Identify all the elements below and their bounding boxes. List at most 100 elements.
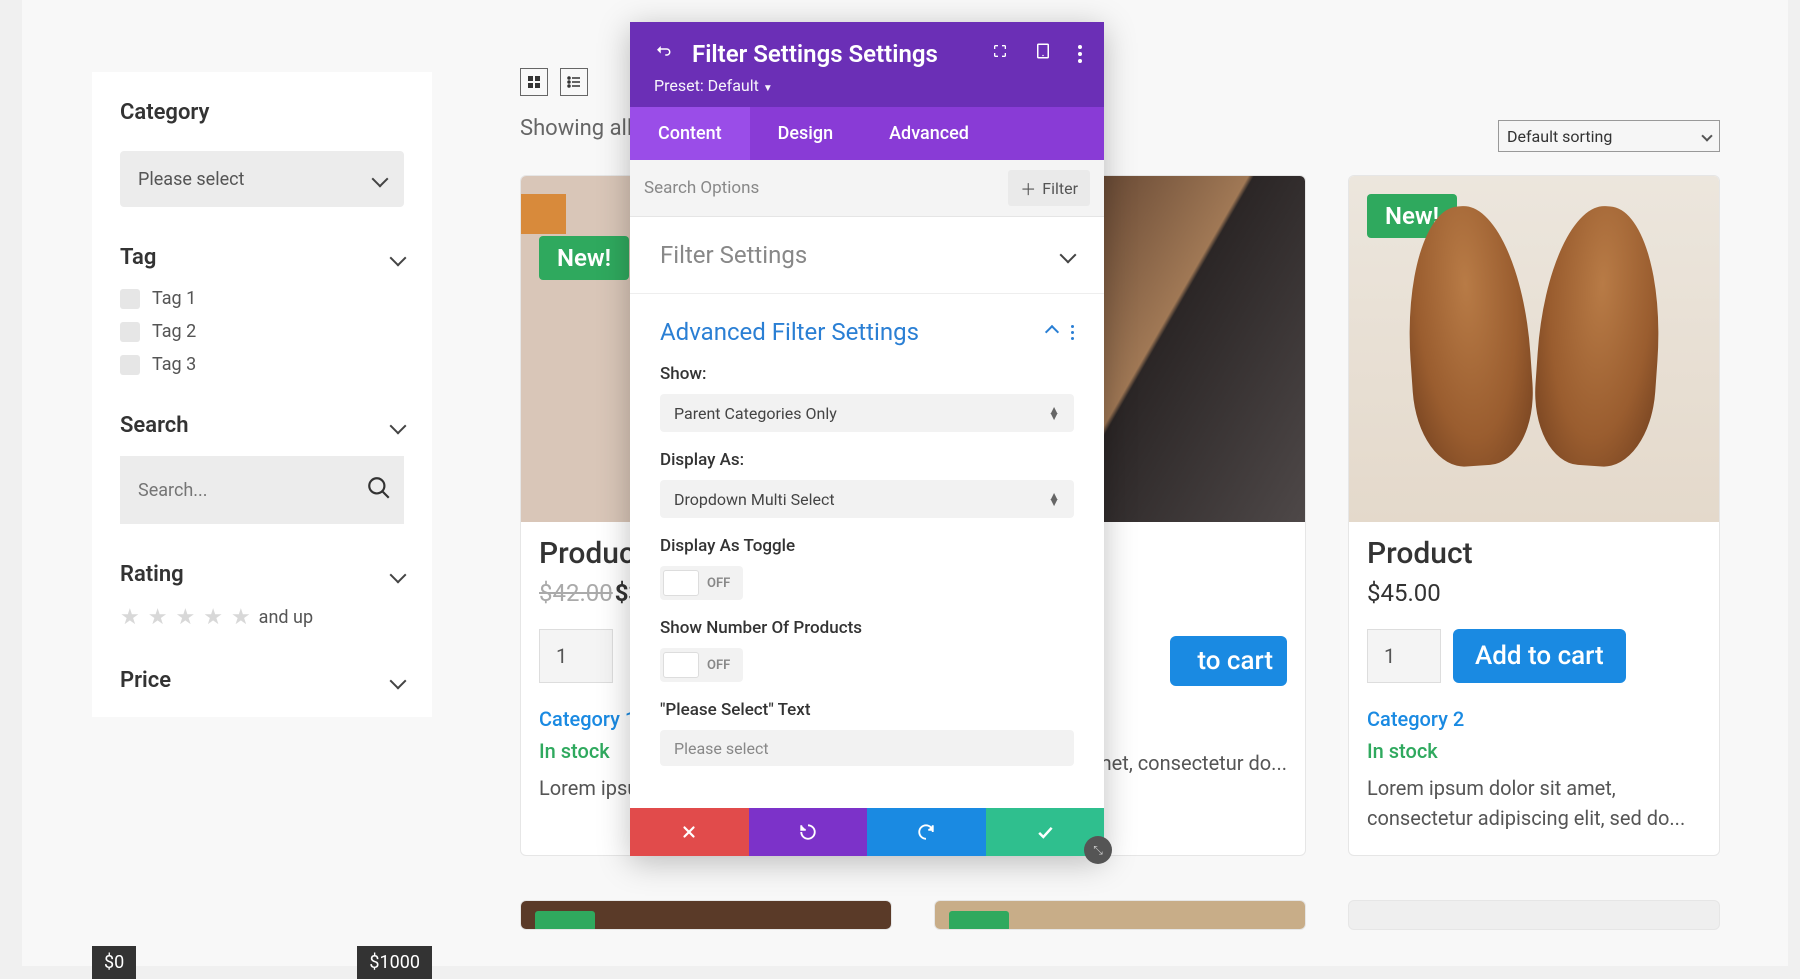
resize-handle[interactable]: ⤡ bbox=[1084, 836, 1112, 864]
add-to-cart-button[interactable]: d to cart bbox=[1170, 636, 1287, 686]
modal-search-row: Search Options ＋ Filter bbox=[630, 160, 1104, 217]
search-heading-row[interactable]: Search bbox=[120, 413, 404, 438]
product-card: New! Product $45.00 1 Add to cart Catego… bbox=[1348, 175, 1720, 856]
category-heading: Category bbox=[120, 100, 404, 125]
checkbox-icon[interactable] bbox=[120, 289, 140, 309]
toggle-value: OFF bbox=[707, 576, 740, 591]
preset-label[interactable]: Preset: Default ▼ bbox=[654, 76, 1080, 95]
search-box bbox=[120, 456, 404, 524]
product-image: New! bbox=[1349, 176, 1719, 522]
modal-tabs: Content Design Advanced bbox=[630, 107, 1104, 160]
back-icon[interactable] bbox=[654, 43, 672, 65]
star-icon: ★ bbox=[175, 605, 195, 630]
price-max-badge[interactable]: $1000 bbox=[357, 946, 432, 979]
list-view-button[interactable] bbox=[560, 68, 588, 96]
sort-select[interactable]: Default sorting bbox=[1498, 120, 1720, 152]
rating-heading-row[interactable]: Rating bbox=[120, 562, 404, 587]
price-min-badge[interactable]: $0 bbox=[92, 946, 136, 979]
product-grid-row-2 bbox=[520, 900, 1720, 930]
chevron-down-icon bbox=[390, 566, 407, 583]
tab-advanced[interactable]: Advanced bbox=[861, 107, 997, 160]
qty-input[interactable]: 1 bbox=[539, 629, 613, 683]
show-select[interactable]: Parent Categories Only ▲▼ bbox=[660, 394, 1074, 432]
tag-label: Tag 1 bbox=[152, 288, 196, 309]
checkbox-icon[interactable] bbox=[120, 355, 140, 375]
star-icon: ★ bbox=[203, 605, 223, 630]
rating-stars[interactable]: ★ ★ ★ ★ ★ and up bbox=[120, 605, 404, 630]
price-heading-row[interactable]: Price bbox=[120, 668, 404, 693]
more-icon[interactable] bbox=[1071, 325, 1074, 340]
toggle-knob bbox=[663, 570, 699, 596]
search-input[interactable] bbox=[138, 480, 366, 501]
more-icon[interactable] bbox=[1078, 45, 1082, 63]
chevron-up-icon bbox=[1045, 325, 1059, 339]
display-as-select[interactable]: Dropdown Multi Select ▲▼ bbox=[660, 480, 1074, 518]
chevron-down-icon bbox=[390, 249, 407, 266]
tag-heading-row[interactable]: Tag bbox=[120, 245, 404, 270]
settings-modal: Filter Settings Settings Preset: Default… bbox=[630, 22, 1104, 856]
search-icon[interactable] bbox=[366, 475, 392, 505]
checkbox-icon[interactable] bbox=[120, 322, 140, 342]
tag-heading: Tag bbox=[120, 245, 156, 270]
new-badge bbox=[535, 911, 595, 930]
qty-input[interactable]: 1 bbox=[1367, 629, 1441, 683]
tag-item[interactable]: Tag 3 bbox=[120, 354, 404, 375]
select-caret-icon: ▲▼ bbox=[1048, 407, 1060, 419]
redo-button[interactable] bbox=[867, 808, 986, 856]
filter-settings-section[interactable]: Filter Settings bbox=[630, 217, 1104, 294]
tag-label: Tag 2 bbox=[152, 321, 196, 342]
rating-andup: and up bbox=[259, 607, 313, 628]
search-options-label[interactable]: Search Options bbox=[644, 178, 759, 198]
tab-content[interactable]: Content bbox=[630, 107, 750, 160]
chevron-down-icon bbox=[390, 672, 407, 689]
field-label: Display As: bbox=[660, 450, 1074, 470]
toggle-value: OFF bbox=[707, 658, 740, 673]
star-icon: ★ bbox=[120, 605, 140, 630]
section-header[interactable]: Advanced Filter Settings bbox=[660, 318, 1074, 346]
modal-action-bar bbox=[630, 808, 1104, 856]
field-label: Display As Toggle bbox=[660, 536, 1074, 556]
display-toggle[interactable]: OFF bbox=[660, 566, 743, 600]
price-heading: Price bbox=[120, 668, 171, 693]
cancel-button[interactable] bbox=[630, 808, 749, 856]
add-to-cart-button[interactable]: Add to cart bbox=[1453, 629, 1626, 683]
category-select[interactable]: Please select bbox=[120, 151, 404, 207]
plus-icon: ＋ bbox=[1020, 176, 1036, 200]
chevron-down-icon bbox=[390, 417, 407, 434]
star-icon: ★ bbox=[148, 605, 168, 630]
sale-badge bbox=[521, 194, 566, 234]
product-price-row: $45.00 bbox=[1367, 579, 1701, 607]
expand-icon[interactable] bbox=[992, 43, 1008, 64]
category-select-value: Please select bbox=[138, 169, 244, 190]
tag-item[interactable]: Tag 1 bbox=[120, 288, 404, 309]
section-title: Advanced Filter Settings bbox=[660, 318, 919, 346]
select-caret-icon: ▲▼ bbox=[1048, 493, 1060, 505]
tab-design[interactable]: Design bbox=[750, 107, 861, 160]
modal-title: Filter Settings Settings bbox=[692, 40, 938, 68]
product-card bbox=[934, 900, 1306, 930]
add-filter-button[interactable]: ＋ Filter bbox=[1008, 170, 1090, 206]
grid-view-button[interactable] bbox=[520, 68, 548, 96]
chevron-down-icon bbox=[1060, 247, 1077, 264]
product-name: Product bbox=[1367, 536, 1701, 571]
please-select-input[interactable] bbox=[660, 730, 1074, 766]
field-label: Show: bbox=[660, 364, 1074, 384]
product-price: $45.00 bbox=[1367, 579, 1441, 607]
filter-sidebar: Category Please select Tag Tag 1 Tag 2 T… bbox=[92, 72, 432, 717]
field-label: "Please Select" Text bbox=[660, 700, 1074, 720]
undo-button[interactable] bbox=[749, 808, 868, 856]
new-badge: New! bbox=[539, 236, 629, 280]
new-badge bbox=[949, 911, 1009, 930]
responsive-icon[interactable] bbox=[1034, 42, 1052, 65]
modal-header: Filter Settings Settings Preset: Default… bbox=[630, 22, 1104, 107]
tag-item[interactable]: Tag 2 bbox=[120, 321, 404, 342]
product-card bbox=[520, 900, 892, 930]
show-number-toggle[interactable]: OFF bbox=[660, 648, 743, 682]
chevron-down-icon bbox=[372, 171, 389, 188]
star-icon: ★ bbox=[231, 605, 251, 630]
category-link[interactable]: Category 1 bbox=[539, 707, 636, 731]
field-label: Show Number Of Products bbox=[660, 618, 1074, 638]
price-range: $0 $1000 bbox=[92, 946, 432, 979]
category-link[interactable]: Category 2 bbox=[1367, 707, 1464, 731]
view-controls bbox=[520, 68, 588, 96]
